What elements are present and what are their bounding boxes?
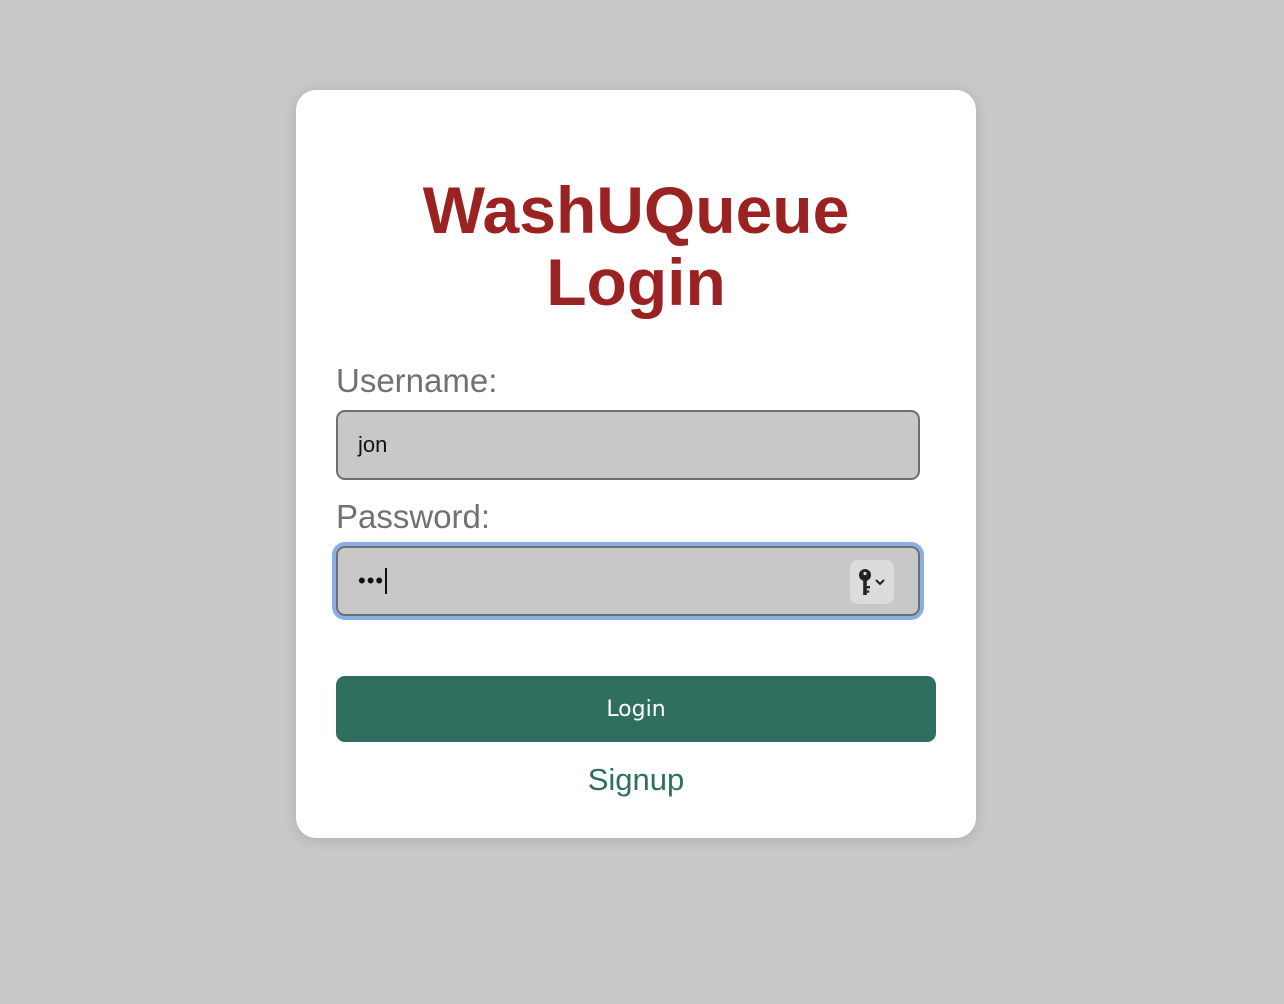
- password-value: •••: [358, 568, 385, 593]
- password-manager-button[interactable]: [850, 560, 894, 604]
- username-input[interactable]: jon: [336, 410, 920, 480]
- page-title: WashUQueue Login: [296, 174, 976, 318]
- page-title-line1: WashUQueue: [422, 173, 850, 247]
- login-button[interactable]: Login: [336, 676, 936, 742]
- login-card: WashUQueue Login Username: jon Password:…: [296, 90, 976, 838]
- signup-link[interactable]: Signup: [296, 760, 976, 800]
- password-input[interactable]: •••: [336, 546, 920, 616]
- username-label: Username:: [336, 362, 498, 399]
- chevron-down-icon: [875, 579, 885, 586]
- password-label: Password:: [336, 498, 491, 535]
- username-value: jon: [358, 432, 388, 457]
- page-title-line2: Login: [546, 245, 726, 319]
- text-caret: [385, 568, 388, 594]
- key-icon: [859, 569, 885, 595]
